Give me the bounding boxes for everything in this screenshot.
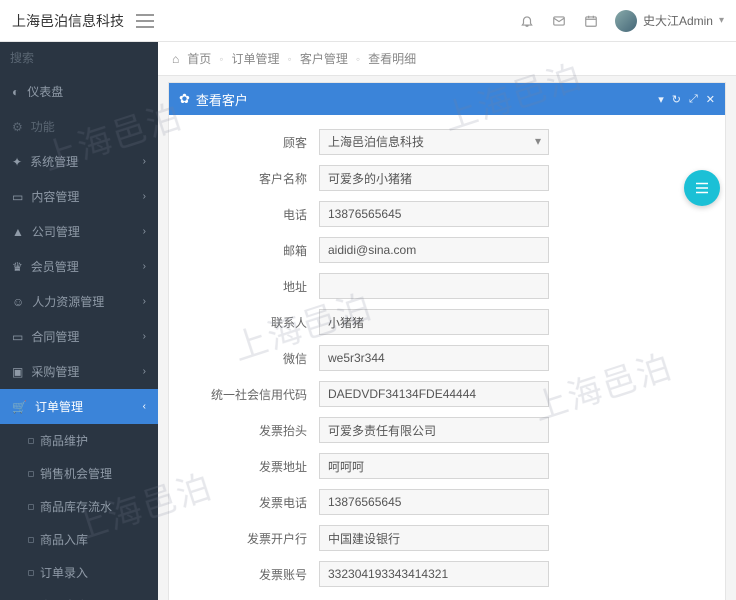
label-invoice-bank: 发票开户行 — [189, 530, 319, 547]
breadcrumb-home[interactable]: 首页 — [187, 50, 211, 67]
mail-icon[interactable] — [551, 13, 567, 29]
refresh-icon[interactable]: ↻ — [672, 93, 681, 106]
sidebar-item-company[interactable]: ▲公司管理› — [0, 214, 158, 249]
input-invoice-acct[interactable] — [319, 561, 549, 587]
input-address[interactable] — [319, 273, 549, 299]
collapse-icon[interactable]: ▾ — [658, 93, 664, 106]
chevron-right-icon: › — [143, 331, 146, 342]
sidebar-item-member[interactable]: ♛会员管理› — [0, 249, 158, 284]
sidebar: ◐仪表盘 ⚙功能 ✦系统管理› ▭内容管理› ▲公司管理› ♛会员管理› ☺人力… — [0, 42, 158, 600]
breadcrumb-l2[interactable]: 客户管理 — [300, 50, 348, 67]
chevron-down-icon: ▾ — [719, 15, 724, 26]
sidebar-sub-product[interactable]: 商品维护 — [0, 424, 158, 457]
box-icon: ▣ — [12, 365, 23, 379]
chevron-right-icon: › — [143, 366, 146, 377]
chevron-right-icon: › — [143, 296, 146, 307]
search-input[interactable] — [10, 51, 158, 65]
fab-button[interactable] — [684, 170, 720, 206]
building-icon: ▲ — [12, 225, 24, 239]
cart-icon: 🛒 — [12, 400, 27, 414]
input-invoice-bank[interactable] — [319, 525, 549, 551]
sidebar-item-purchase[interactable]: ▣采购管理› — [0, 354, 158, 389]
label-uscc: 统一社会信用代码 — [189, 386, 319, 403]
panel-header: ✿ 查看客户 ▾ ↻ ⤢ ✕ — [169, 83, 725, 115]
panel-title: 查看客户 — [196, 90, 248, 109]
sidebar-sub-stock-out[interactable]: 商品出库 — [0, 589, 158, 600]
label-invoice-title: 发票抬头 — [189, 422, 319, 439]
label-phone: 电话 — [189, 206, 319, 223]
bell-icon[interactable] — [519, 13, 535, 29]
input-email[interactable] — [319, 237, 549, 263]
breadcrumb-l3: 查看明细 — [368, 50, 416, 67]
brand-title: 上海邑泊信息科技 — [12, 11, 124, 31]
chevron-right-icon: › — [143, 226, 146, 237]
chevron-left-icon: ‹ — [143, 401, 146, 412]
sidebar-item-dashboard[interactable]: ◐仪表盘 — [0, 74, 158, 109]
sidebar-item-contract[interactable]: ▭合同管理› — [0, 319, 158, 354]
label-name: 客户名称 — [189, 170, 319, 187]
label-contact: 联系人 — [189, 314, 319, 331]
home-icon[interactable]: ⌂ — [172, 52, 179, 66]
calendar-icon[interactable] — [583, 13, 599, 29]
avatar — [615, 10, 637, 32]
close-icon[interactable]: ✕ — [706, 93, 715, 106]
input-wechat[interactable] — [319, 345, 549, 371]
input-contact[interactable] — [319, 309, 549, 335]
wrench-icon: ✦ — [12, 155, 22, 169]
label-address: 地址 — [189, 278, 319, 295]
gauge-icon: ◐ — [12, 85, 19, 99]
sidebar-sub-sales-opp[interactable]: 销售机会管理 — [0, 457, 158, 490]
label-wechat: 微信 — [189, 350, 319, 367]
input-invoice-addr[interactable] — [319, 453, 549, 479]
panel: ✿ 查看客户 ▾ ↻ ⤢ ✕ 顾客上海邑泊信息科技 客户名称 电话 邮箱 地址 … — [168, 82, 726, 600]
sidebar-item-hr[interactable]: ☺人力资源管理› — [0, 284, 158, 319]
doc-icon: ▭ — [12, 190, 23, 204]
menu-toggle[interactable] — [136, 14, 154, 28]
expand-icon[interactable]: ⤢ — [689, 93, 698, 106]
form: 顾客上海邑泊信息科技 客户名称 电话 邮箱 地址 联系人 微信 统一社会信用代码… — [169, 115, 725, 600]
menu-icon — [693, 179, 711, 197]
sidebar-item-order[interactable]: 🛒订单管理‹ — [0, 389, 158, 424]
label-email: 邮箱 — [189, 242, 319, 259]
breadcrumb-l1[interactable]: 订单管理 — [232, 50, 280, 67]
users-icon: ☺ — [12, 295, 24, 309]
sidebar-sub-order-entry[interactable]: 订单录入 — [0, 556, 158, 589]
input-name[interactable] — [319, 165, 549, 191]
gear-icon: ⚙ — [12, 120, 23, 134]
sidebar-item-system[interactable]: ✦系统管理› — [0, 144, 158, 179]
label-invoice-phone: 发票电话 — [189, 494, 319, 511]
user-menu[interactable]: 史大江Admin ▾ — [615, 10, 724, 32]
crown-icon: ♛ — [12, 260, 23, 274]
label-invoice-acct: 发票账号 — [189, 566, 319, 583]
sidebar-item-content[interactable]: ▭内容管理› — [0, 179, 158, 214]
label-invoice-addr: 发票地址 — [189, 458, 319, 475]
gear-icon: ✿ — [179, 91, 190, 107]
chevron-right-icon: › — [143, 261, 146, 272]
user-name: 史大江Admin — [643, 12, 713, 29]
select-customer[interactable]: 上海邑泊信息科技 — [319, 129, 549, 155]
topbar: 上海邑泊信息科技 史大江Admin ▾ — [0, 0, 736, 42]
input-invoice-phone[interactable] — [319, 489, 549, 515]
file-icon: ▭ — [12, 330, 23, 344]
input-uscc[interactable] — [319, 381, 549, 407]
input-invoice-title[interactable] — [319, 417, 549, 443]
sidebar-sub-stock-in[interactable]: 商品入库 — [0, 523, 158, 556]
input-phone[interactable] — [319, 201, 549, 227]
label-customer: 顾客 — [189, 134, 319, 151]
chevron-right-icon: › — [143, 191, 146, 202]
chevron-right-icon: › — [143, 156, 146, 167]
sidebar-item-function[interactable]: ⚙功能 — [0, 109, 158, 144]
breadcrumb: ⌂ 首页 ◦ 订单管理 ◦ 客户管理 ◦ 查看明细 — [158, 42, 736, 76]
sidebar-sub-stock-flow[interactable]: 商品库存流水 — [0, 490, 158, 523]
